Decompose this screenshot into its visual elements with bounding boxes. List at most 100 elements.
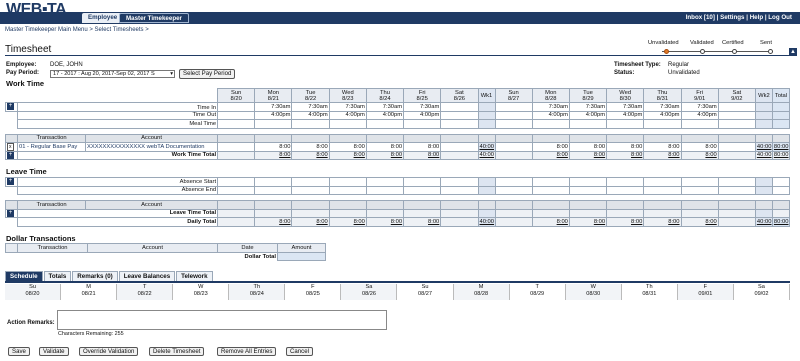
time-in-cell[interactable]: 7:30am	[291, 102, 330, 112]
schedule-day[interactable]: W 08/30	[565, 284, 622, 300]
meal-time-cell[interactable]	[494, 119, 533, 129]
schedule-day[interactable]: M 08/21	[61, 284, 118, 300]
time-in-cell[interactable]	[217, 102, 256, 112]
absence-end-cell[interactable]	[568, 185, 608, 195]
hours-cell[interactable]: 8:00	[606, 142, 645, 152]
absence-start-cell[interactable]	[717, 177, 756, 187]
absence-end-cell[interactable]	[606, 185, 645, 195]
absence-end-cell[interactable]	[440, 185, 479, 195]
meal-time-cell[interactable]	[680, 119, 719, 129]
inbox-link[interactable]: Inbox [10]	[686, 14, 715, 21]
absence-end-cell[interactable]	[531, 185, 570, 195]
absence-start-cell[interactable]	[680, 177, 719, 187]
absence-start-cell[interactable]	[403, 177, 442, 187]
logout-link[interactable]: Log Out	[768, 14, 792, 21]
time-out-cell[interactable]: 4:00pm	[328, 110, 367, 120]
hours-cell[interactable]	[217, 142, 256, 152]
meal-time-cell[interactable]	[217, 119, 256, 129]
time-in-cell[interactable]: 7:30am	[365, 102, 405, 112]
close-icon[interactable]: x	[7, 143, 14, 151]
add-icon[interactable]: +	[7, 178, 14, 186]
time-out-cell[interactable]: 4:00pm	[254, 110, 293, 120]
meal-time-cell[interactable]	[606, 119, 645, 129]
absence-end-cell[interactable]	[254, 185, 293, 195]
select-pay-period-button[interactable]: Select Pay Period	[179, 69, 236, 79]
absence-start-cell[interactable]	[291, 177, 330, 187]
meal-time-cell[interactable]	[643, 119, 682, 129]
absence-start-cell[interactable]	[217, 177, 256, 187]
time-in-cell[interactable]	[494, 102, 533, 112]
absence-start-cell[interactable]	[531, 177, 570, 187]
time-out-cell[interactable]: 4:00pm	[403, 110, 442, 120]
hours-cell[interactable]: 8:00	[531, 142, 570, 152]
schedule-day[interactable]: T 08/22	[117, 284, 174, 300]
absence-start-cell[interactable]	[494, 177, 533, 187]
time-in-cell[interactable]	[717, 102, 756, 112]
time-in-cell[interactable]: 7:30am	[606, 102, 645, 112]
time-out-cell[interactable]: 4:00pm	[606, 110, 645, 120]
pay-period-select[interactable]: 17 - 2017 : Aug 20, 2017-Sep 02, 2017 S ▾	[50, 70, 175, 78]
breadcrumb[interactable]: Master Timekeeper Main Menu > Select Tim…	[5, 27, 149, 33]
time-in-cell[interactable]: 7:30am	[643, 102, 682, 112]
meal-time-cell[interactable]	[403, 119, 442, 129]
hours-cell[interactable]	[440, 142, 479, 152]
meal-time-cell[interactable]	[531, 119, 570, 129]
hours-cell[interactable]: 8:00	[680, 142, 719, 152]
time-out-cell[interactable]: 4:00pm	[365, 110, 405, 120]
time-in-cell[interactable]: 7:30am	[568, 102, 608, 112]
schedule-day[interactable]: M 08/28	[453, 284, 510, 300]
remove-all-entries-button[interactable]: Remove All Entries	[217, 347, 277, 356]
hours-cell[interactable]: 8:00	[291, 142, 330, 152]
schedule-day[interactable]: F 08/25	[285, 284, 342, 300]
absence-end-cell[interactable]	[494, 185, 533, 195]
time-out-cell[interactable]: 4:00pm	[291, 110, 330, 120]
absence-end-cell[interactable]	[217, 185, 256, 195]
hours-cell[interactable]: 8:00	[568, 142, 608, 152]
absence-end-cell[interactable]	[403, 185, 442, 195]
override-validation-button[interactable]: Override Validation	[79, 347, 139, 356]
hours-cell[interactable]: 8:00	[328, 142, 367, 152]
schedule-day[interactable]: Th 08/24	[229, 284, 286, 300]
account-value[interactable]: XXXXXXXXXXXXXXX webTA Documentation	[85, 142, 219, 152]
time-out-cell[interactable]	[494, 110, 533, 120]
time-in-cell[interactable]: 7:30am	[328, 102, 367, 112]
schedule-day[interactable]: W 08/23	[173, 284, 230, 300]
settings-link[interactable]: Settings	[720, 14, 744, 21]
absence-end-cell[interactable]	[365, 185, 405, 195]
schedule-day[interactable]: Th 08/31	[621, 284, 678, 300]
meal-time-cell[interactable]	[291, 119, 330, 129]
time-in-cell[interactable]: 7:30am	[254, 102, 293, 112]
absence-start-cell[interactable]	[568, 177, 608, 187]
schedule-day[interactable]: Su 08/20	[5, 284, 62, 300]
add-icon[interactable]: +	[7, 209, 14, 217]
meal-time-cell[interactable]	[717, 119, 756, 129]
absence-end-cell[interactable]	[291, 185, 330, 195]
meal-time-cell[interactable]	[254, 119, 293, 129]
absence-start-cell[interactable]	[328, 177, 367, 187]
hours-cell[interactable]: 8:00	[403, 142, 442, 152]
hours-cell[interactable]: 8:00	[643, 142, 682, 152]
add-icon[interactable]: +	[7, 103, 14, 111]
meal-time-cell[interactable]	[365, 119, 405, 129]
time-out-cell[interactable]	[440, 110, 479, 120]
hours-cell[interactable]: 8:00	[254, 142, 293, 152]
schedule-day[interactable]: Sa 09/02	[733, 284, 790, 300]
time-out-cell[interactable]: 4:00pm	[680, 110, 719, 120]
time-in-cell[interactable]: 7:30am	[531, 102, 570, 112]
add-icon[interactable]: +	[7, 151, 14, 159]
absence-end-cell[interactable]	[717, 185, 756, 195]
absence-start-cell[interactable]	[440, 177, 479, 187]
transaction-value[interactable]: 01 - Regular Base Pay	[16, 142, 87, 152]
absence-start-cell[interactable]	[254, 177, 293, 187]
time-out-cell[interactable]	[717, 110, 756, 120]
absence-end-cell[interactable]	[680, 185, 719, 195]
hours-cell[interactable]	[717, 142, 756, 152]
meal-time-cell[interactable]	[440, 119, 479, 129]
time-out-cell[interactable]: 4:00pm	[643, 110, 682, 120]
tab-master-timekeeper[interactable]: Master Timekeeper	[119, 13, 189, 23]
absence-start-cell[interactable]	[365, 177, 405, 187]
hours-cell[interactable]: 8:00	[365, 142, 405, 152]
help-link[interactable]: Help	[750, 14, 763, 21]
absence-start-cell[interactable]	[606, 177, 645, 187]
absence-end-cell[interactable]	[643, 185, 682, 195]
